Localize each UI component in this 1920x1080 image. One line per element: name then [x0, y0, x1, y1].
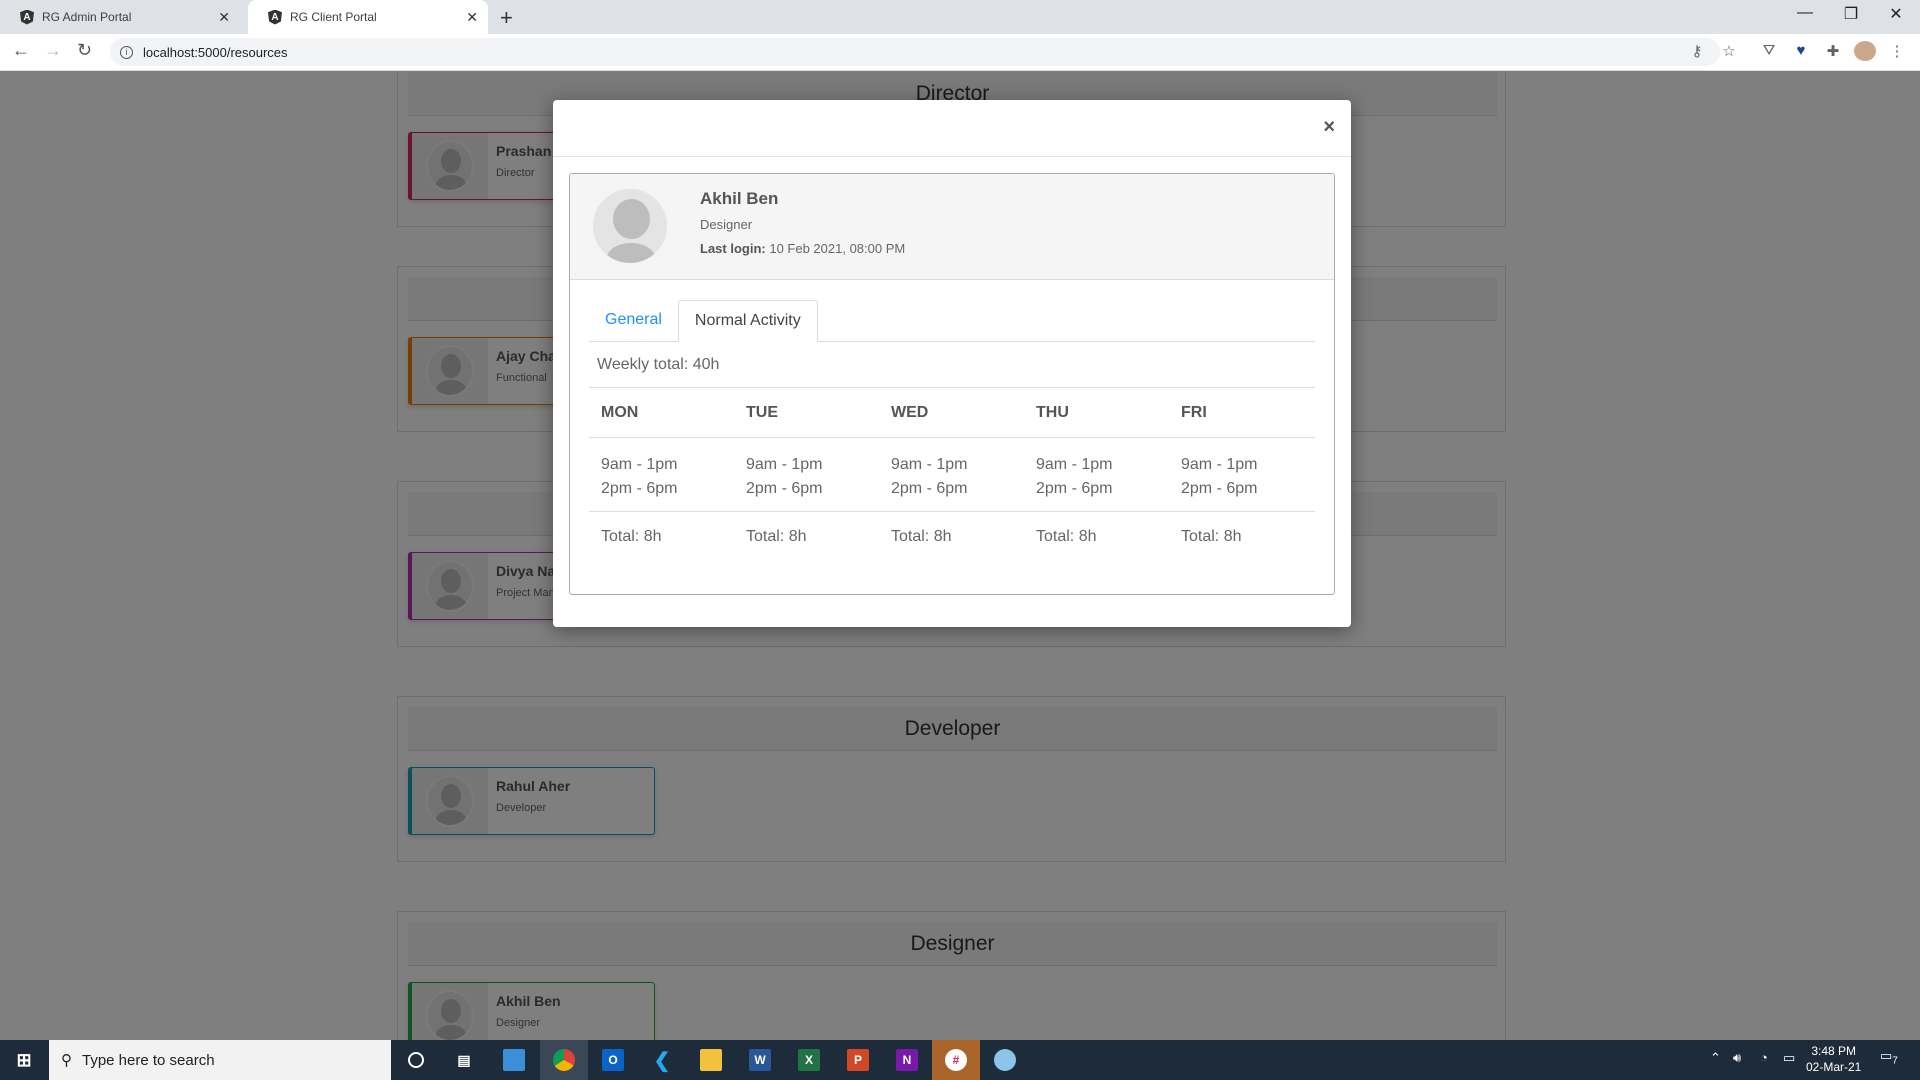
- extension-icon[interactable]: ⛛: [1758, 42, 1780, 59]
- weekly-total: Weekly total: 40h: [597, 356, 720, 373]
- totals-row: Total: 8h Total: 8h Total: 8h Total: 8h Tota…: [589, 512, 1315, 562]
- day-total: Total: 8h: [601, 528, 662, 545]
- avatar: [591, 187, 669, 265]
- profile-role: Designer: [700, 217, 753, 232]
- volume-icon[interactable]: 🔊︎: [1733, 1050, 1741, 1066]
- last-login-value: 10 Feb 2021, 08:00 PM: [769, 241, 906, 256]
- clock[interactable]: 3:48 PM 02-Mar-21: [1806, 1043, 1861, 1075]
- cortana-icon[interactable]: [392, 1040, 440, 1080]
- vscode-icon[interactable]: ❮: [638, 1040, 686, 1080]
- tab-title: RG Client Portal: [290, 10, 377, 24]
- star-icon[interactable]: ☆: [1718, 42, 1740, 60]
- time-slot: 2pm - 6pm: [746, 480, 823, 497]
- word-icon[interactable]: W: [736, 1040, 784, 1080]
- last-login: Last login: 10 Feb 2021, 08:00 PM: [700, 241, 905, 256]
- profile-tabs: General Normal Activity: [589, 300, 1315, 342]
- last-login-label: Last login:: [700, 241, 766, 256]
- url-text: localhost:5000/resources: [143, 44, 288, 60]
- onenote-icon[interactable]: N: [883, 1040, 931, 1080]
- info-icon[interactable]: i: [120, 45, 133, 59]
- profile-name: Akhil Ben: [700, 189, 779, 208]
- search-icon: ⚲: [61, 1052, 72, 1069]
- tab-rg-client-portal[interactable]: A RG Client Portal ✕: [248, 0, 488, 34]
- day-slots: 9am - 1pm 2pm - 6pm: [734, 438, 879, 511]
- app-icon[interactable]: [490, 1040, 538, 1080]
- date: 02-Mar-21: [1806, 1060, 1862, 1074]
- paint-icon[interactable]: [981, 1040, 1029, 1080]
- modal-header: [553, 100, 1351, 157]
- wifi-icon[interactable]: ◔: [1760, 1050, 1768, 1065]
- minimize-button[interactable]: —: [1785, 4, 1825, 22]
- search-placeholder: Type here to search: [82, 1051, 215, 1069]
- time-slot: 2pm - 6pm: [1181, 480, 1258, 497]
- time-slot: 9am - 1pm: [746, 456, 823, 473]
- angular-icon: A: [268, 9, 282, 25]
- tab-general[interactable]: General: [589, 300, 678, 341]
- close-modal-button[interactable]: ×: [1323, 116, 1335, 139]
- day-total: Total: 8h: [891, 528, 952, 545]
- key-icon[interactable]: ⚷: [1686, 42, 1708, 60]
- puzzle-icon[interactable]: ✚: [1822, 42, 1844, 60]
- profile-card: Akhil Ben Designer Last login: 10 Feb 20…: [569, 173, 1335, 595]
- angular-icon: A: [20, 9, 34, 25]
- heart-search-icon[interactable]: ♥: [1790, 42, 1812, 59]
- profile-header: Akhil Ben Designer Last login: 10 Feb 20…: [570, 174, 1334, 280]
- powerpoint-icon[interactable]: P: [834, 1040, 882, 1080]
- reload-icon[interactable]: ↻: [77, 40, 92, 61]
- time-slot: 2pm - 6pm: [601, 480, 678, 497]
- address-bar[interactable]: i localhost:5000/resources: [110, 38, 1720, 66]
- day-header: FRI: [1181, 404, 1207, 421]
- close-window-button[interactable]: ✕: [1876, 4, 1916, 24]
- close-tab-icon[interactable]: ✕: [466, 9, 478, 26]
- windows-start-icon[interactable]: ⊞: [0, 1040, 48, 1080]
- day-slots: 9am - 1pm 2pm - 6pm: [1024, 438, 1169, 511]
- new-tab-button[interactable]: +: [500, 5, 513, 31]
- time-slot: 9am - 1pm: [1181, 456, 1258, 473]
- table-header-row: MON TUE WED THU FRI: [589, 388, 1315, 438]
- tab-rg-admin-portal[interactable]: A RG Admin Portal ✕: [0, 0, 240, 34]
- time-slot: 2pm - 6pm: [891, 480, 968, 497]
- profile-avatar[interactable]: [1854, 41, 1876, 61]
- day-total: Total: 8h: [1181, 528, 1242, 545]
- day-total: Total: 8h: [746, 528, 807, 545]
- day-slots: 9am - 1pm 2pm - 6pm: [1169, 438, 1314, 511]
- back-icon[interactable]: ←: [12, 40, 30, 61]
- profile-modal: × Akhil Ben Designer Last login: 10 Feb …: [553, 100, 1351, 627]
- notification-count: 7: [1892, 1055, 1898, 1067]
- day-total: Total: 8h: [1036, 528, 1097, 545]
- tab-title: RG Admin Portal: [42, 10, 132, 24]
- chrome-icon[interactable]: [540, 1040, 588, 1080]
- schedule-table: MON TUE WED THU FRI 9am - 1pm 2pm - 6pm 9am - …: [589, 387, 1315, 562]
- tab-normal-activity[interactable]: Normal Activity: [677, 300, 818, 342]
- menu-icon[interactable]: ⋮: [1886, 42, 1908, 60]
- time-slot: 2pm - 6pm: [1036, 480, 1113, 497]
- outlook-icon[interactable]: O: [589, 1040, 637, 1080]
- task-view-icon[interactable]: ▤: [440, 1040, 488, 1080]
- day-header: THU: [1036, 404, 1069, 421]
- time-slots-row: 9am - 1pm 2pm - 6pm 9am - 1pm 2pm - 6pm 9am …: [589, 438, 1315, 512]
- time-slot: 9am - 1pm: [1036, 456, 1113, 473]
- day-slots: 9am - 1pm 2pm - 6pm: [879, 438, 1024, 511]
- day-header: MON: [601, 404, 639, 421]
- taskbar-search[interactable]: ⚲ Type here to search: [49, 1040, 391, 1080]
- forward-icon[interactable]: →: [44, 40, 62, 61]
- time: 3:48 PM: [1811, 1044, 1857, 1058]
- excel-icon[interactable]: X: [785, 1040, 833, 1080]
- close-tab-icon[interactable]: ✕: [218, 9, 230, 26]
- restore-button[interactable]: ❐: [1831, 4, 1871, 24]
- day-header: WED: [891, 404, 929, 421]
- notifications-icon[interactable]: ▭7: [1880, 1048, 1898, 1067]
- file-explorer-icon[interactable]: [687, 1040, 735, 1080]
- day-header: TUE: [746, 404, 778, 421]
- day-slots: 9am - 1pm 2pm - 6pm: [589, 438, 734, 511]
- battery-icon[interactable]: ▭: [1783, 1050, 1795, 1066]
- time-slot: 9am - 1pm: [601, 456, 678, 473]
- show-hidden-icons[interactable]: ⌃: [1710, 1050, 1721, 1066]
- time-slot: 9am - 1pm: [891, 456, 968, 473]
- slack-icon[interactable]: #: [932, 1040, 980, 1080]
